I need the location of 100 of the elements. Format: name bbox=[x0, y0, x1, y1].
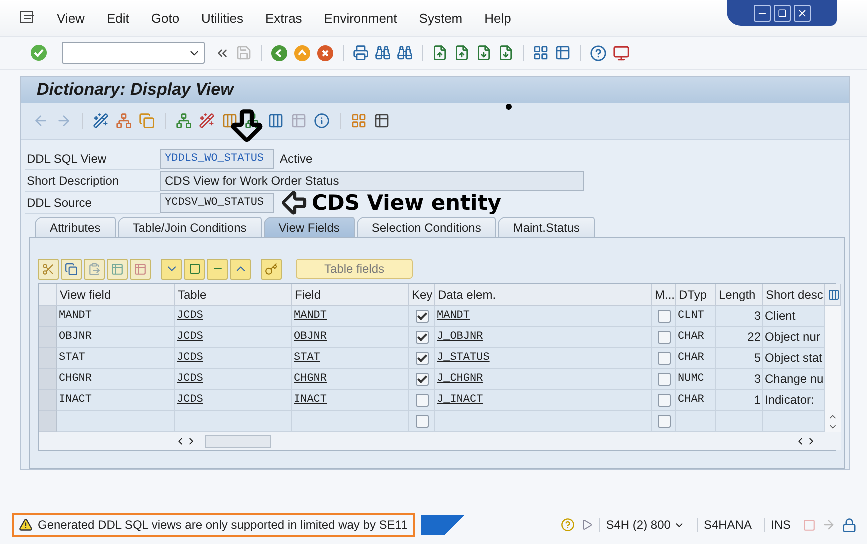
column-header[interactable]: Data elem. bbox=[435, 284, 652, 306]
table-cell: 22 bbox=[716, 327, 763, 348]
annotation-text: CDS View entity bbox=[312, 192, 502, 214]
column-header[interactable]: DTyp bbox=[676, 284, 716, 306]
close-button[interactable] bbox=[794, 4, 810, 22]
last-page-icon[interactable] bbox=[498, 45, 514, 61]
menu-item[interactable]: Goto bbox=[140, 10, 191, 26]
checkbox[interactable] bbox=[658, 310, 671, 322]
menu-item[interactable]: View bbox=[46, 10, 96, 26]
menu-item[interactable]: Environment bbox=[313, 10, 408, 26]
checkbox[interactable] bbox=[658, 352, 671, 364]
input-mode[interactable]: INS bbox=[764, 518, 797, 532]
check-icon[interactable] bbox=[30, 44, 48, 62]
table-cell: CHAR bbox=[676, 348, 716, 369]
text-field[interactable]: YCDSV_WO_STATUS bbox=[160, 193, 274, 213]
cancel-icon[interactable] bbox=[317, 44, 334, 62]
table-cell: CHGNR bbox=[57, 369, 175, 390]
checkbox[interactable] bbox=[658, 330, 671, 344]
help-icon[interactable] bbox=[561, 518, 576, 532]
scrollbar-thumb[interactable] bbox=[205, 434, 271, 448]
table-cell: MANDT bbox=[57, 306, 175, 327]
checkbox[interactable] bbox=[416, 330, 429, 344]
column-header[interactable]: Table bbox=[175, 284, 292, 306]
tab[interactable]: View Fields bbox=[264, 217, 355, 237]
screen-title: Dictionary: Display View bbox=[21, 77, 849, 103]
print-icon[interactable] bbox=[353, 45, 369, 61]
key-button[interactable] bbox=[261, 258, 282, 280]
menu-item[interactable]: Extras bbox=[254, 10, 314, 26]
copy-button[interactable] bbox=[61, 258, 82, 280]
save-icon[interactable] bbox=[236, 45, 252, 61]
lock-icon[interactable] bbox=[842, 518, 857, 532]
checkbox[interactable] bbox=[658, 394, 671, 406]
table-cell: MANDT bbox=[292, 306, 409, 327]
back-icon[interactable] bbox=[271, 44, 288, 62]
tab[interactable]: Table/Join Conditions bbox=[118, 217, 262, 237]
table-icon bbox=[111, 262, 124, 276]
table-cell: STAT bbox=[57, 348, 175, 369]
info-icon[interactable] bbox=[314, 113, 330, 129]
column-header[interactable]: Key bbox=[409, 284, 435, 306]
scissors-icon bbox=[42, 262, 55, 276]
table-cell: CHAR bbox=[676, 327, 716, 348]
menu-item[interactable]: Utilities bbox=[190, 10, 254, 26]
first-page-icon[interactable] bbox=[432, 45, 448, 61]
horizontal-scrollbar[interactable] bbox=[39, 432, 841, 450]
vertical-scrollbar[interactable] bbox=[825, 306, 841, 432]
column-header[interactable]: Short desc bbox=[763, 284, 825, 306]
insert-row-button[interactable] bbox=[107, 258, 128, 280]
checkbox[interactable] bbox=[416, 352, 429, 364]
tab[interactable]: Maint.Status bbox=[498, 217, 596, 237]
column-settings-icon[interactable] bbox=[828, 288, 840, 302]
table-cell: JCDS bbox=[175, 306, 292, 327]
system-info[interactable]: S4H (2) 800 bbox=[599, 518, 691, 532]
previous-page-icon[interactable] bbox=[454, 45, 470, 61]
copy-icon bbox=[65, 262, 78, 276]
table-cell: 3 bbox=[716, 369, 763, 390]
menu-item[interactable]: Help bbox=[474, 10, 522, 26]
table-cell: 3 bbox=[716, 306, 763, 327]
find-icon[interactable] bbox=[375, 45, 391, 61]
table-cell: J_INACT bbox=[435, 390, 652, 411]
key-icon bbox=[265, 262, 278, 276]
minimize-button[interactable] bbox=[754, 4, 770, 22]
text-field[interactable]: CDS View for Work Order Status bbox=[160, 171, 584, 191]
play-icon[interactable] bbox=[581, 519, 594, 531]
next-page-icon[interactable] bbox=[476, 45, 492, 61]
maximize-button[interactable] bbox=[774, 4, 790, 22]
menu-item[interactable]: System bbox=[408, 10, 474, 26]
column-header[interactable]: View field bbox=[57, 284, 175, 306]
table-fields-button[interactable]: Table fields bbox=[296, 259, 413, 279]
command-field[interactable] bbox=[62, 42, 205, 64]
checkbox[interactable] bbox=[416, 414, 429, 428]
text-field[interactable]: YDDLS_WO_STATUS bbox=[160, 149, 274, 169]
paste-button[interactable] bbox=[84, 258, 105, 280]
column-header[interactable]: Length bbox=[716, 284, 763, 306]
collapse-button[interactable] bbox=[230, 258, 251, 280]
table-icon[interactable] bbox=[374, 113, 390, 129]
help-icon[interactable] bbox=[590, 44, 607, 62]
delete-row-button[interactable] bbox=[130, 258, 151, 280]
checkbox[interactable] bbox=[416, 394, 429, 406]
column-header[interactable]: Field bbox=[292, 284, 409, 306]
table-cell: JCDS bbox=[175, 390, 292, 411]
grid-icon[interactable] bbox=[351, 113, 367, 129]
checkbox[interactable] bbox=[416, 372, 429, 386]
menu-icon[interactable] bbox=[20, 11, 36, 25]
column-header[interactable]: M... bbox=[652, 284, 676, 306]
tab[interactable]: Selection Conditions bbox=[356, 217, 496, 237]
table-cell: 1 bbox=[716, 390, 763, 411]
hierarchy-icon[interactable] bbox=[245, 113, 261, 129]
wizard-icon[interactable] bbox=[199, 113, 215, 129]
checkbox[interactable] bbox=[658, 372, 671, 386]
checkbox[interactable] bbox=[416, 310, 429, 322]
status-text: Active bbox=[280, 152, 313, 166]
table-cell: J_STATUS bbox=[435, 348, 652, 369]
expand-button[interactable] bbox=[161, 258, 182, 280]
menu-item[interactable]: Edit bbox=[96, 10, 140, 26]
cut-button[interactable] bbox=[38, 258, 59, 280]
tab[interactable]: Attributes bbox=[35, 217, 116, 237]
find-next-icon[interactable] bbox=[397, 45, 413, 61]
checkbox[interactable] bbox=[658, 414, 671, 428]
copy-icon[interactable] bbox=[139, 113, 155, 129]
expand-all-button[interactable] bbox=[184, 258, 205, 280]
